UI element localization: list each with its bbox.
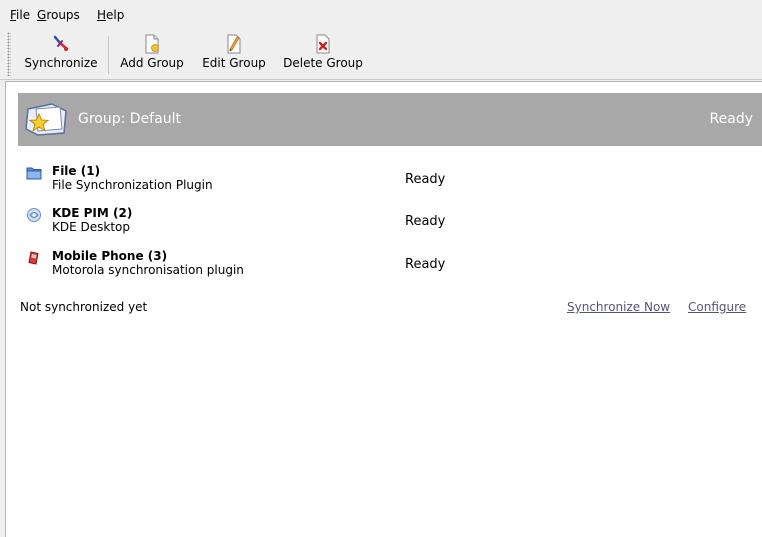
menu-bar: File Groups Help [0,0,762,30]
group-header: Group: Default Ready [18,93,762,146]
delete-group-label: Delete Group [283,56,363,70]
group-panel: Group: Default Ready File (1) File Synch… [5,81,762,537]
edit-group-icon [227,34,241,54]
member-description: KDE Desktop [52,220,130,234]
add-group-label: Add Group [120,56,184,70]
menu-file-label: ile [16,8,31,22]
member-row[interactable]: File (1) File Synchronization Plugin Rea… [20,164,620,202]
menu-groups[interactable]: Groups [37,8,80,22]
menu-help[interactable]: Help [97,8,124,22]
member-name: File (1) [52,164,101,178]
toolbar: Synchronize Add Group Edit Group Delete … [0,30,762,80]
mobile-phone-icon [28,251,39,265]
group-title: Group: Default [78,111,181,127]
menu-groups-accel: G [37,8,47,22]
synchronize-button[interactable]: Synchronize [18,32,104,78]
menu-help-accel: H [97,8,107,22]
add-group-button[interactable]: Add Group [114,32,190,78]
synchronize-icon [53,35,69,51]
sync-state-text: Not synchronized yet [20,300,148,314]
delete-group-button[interactable]: Delete Group [278,32,368,78]
synchronize-now-link[interactable]: Synchronize Now [567,300,670,314]
member-status: Ready [405,172,446,187]
menu-file[interactable]: File [10,8,30,22]
menu-help-label: elp [106,8,125,22]
add-group-icon [145,34,159,54]
member-description: File Synchronization Plugin [52,178,213,192]
group-status: Ready [709,111,753,127]
member-name: KDE PIM (2) [52,206,133,220]
delete-group-icon [316,34,330,54]
member-row[interactable]: KDE PIM (2) KDE Desktop Ready [20,206,620,244]
kde-pim-icon [27,208,41,222]
synchronize-label: Synchronize [24,56,98,70]
member-status: Ready [405,214,446,229]
toolbar-drag-handle[interactable] [7,32,11,76]
configure-link[interactable]: Configure [688,300,746,314]
member-row[interactable]: Mobile Phone (3) Motorola synchronisatio… [20,249,620,287]
group-star-icon [25,103,67,136]
menu-groups-label: roups [46,8,80,22]
member-status: Ready [405,257,446,272]
edit-group-label: Edit Group [202,56,266,70]
member-description: Motorola synchronisation plugin [52,263,244,277]
folder-icon [26,167,42,180]
toolbar-separator [108,36,109,74]
edit-group-button[interactable]: Edit Group [196,32,272,78]
member-name: Mobile Phone (3) [52,249,168,263]
